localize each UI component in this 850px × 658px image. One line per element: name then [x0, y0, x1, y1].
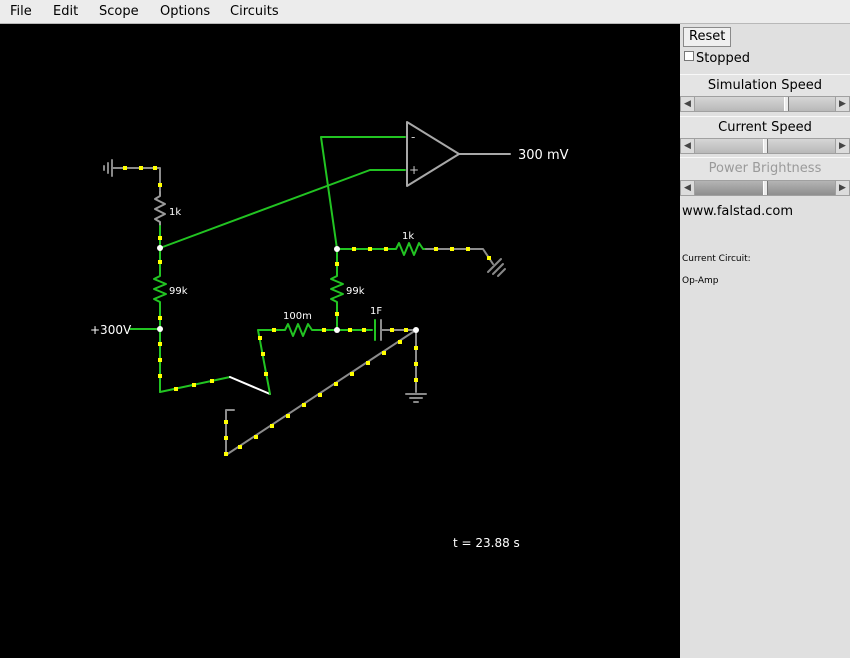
label-c1: 1F [370, 306, 382, 317]
reset-button[interactable]: Reset [683, 27, 732, 47]
menu-bar: File Edit Scope Options Circuits [0, 0, 850, 24]
output-voltage-label: 300 mV [518, 148, 569, 163]
resistor-r3[interactable] [392, 242, 427, 256]
label-r5: 100m [283, 311, 312, 322]
circuit-schematic[interactable]: 1k 99k 1k 99k 100m 1F +300V - + 300 mV t… [0, 24, 680, 658]
ground-top[interactable] [103, 159, 113, 177]
resistor-r2[interactable] [153, 271, 167, 307]
wire-top[interactable] [111, 167, 161, 193]
resistor-r4[interactable] [330, 271, 344, 307]
power-brightness-slider[interactable]: ◀ ▶ [680, 180, 850, 196]
wire-r3-right[interactable] [425, 248, 494, 265]
current-speed-slider[interactable]: ◀ ▶ [680, 138, 850, 154]
right-arrow-icon[interactable]: ▶ [835, 181, 849, 195]
resistor-r5[interactable] [281, 323, 317, 337]
right-arrow-icon[interactable]: ▶ [835, 139, 849, 153]
power-brightness-label: Power Brightness [680, 157, 850, 180]
sim-speed-slider[interactable]: ◀ ▶ [680, 96, 850, 112]
label-source: +300V [90, 323, 132, 337]
current-circuit-label: Current Circuit: [682, 254, 751, 264]
wire-minus-input[interactable] [320, 136, 406, 250]
right-arrow-icon[interactable]: ▶ [835, 97, 849, 111]
label-r3: 1k [402, 231, 414, 242]
label-r1: 1k [169, 207, 181, 218]
stopped-checkbox-row[interactable]: Stopped [684, 51, 750, 66]
menu-edit[interactable]: Edit [53, 4, 78, 19]
current-speed-label: Current Speed [680, 116, 850, 139]
menu-scope[interactable]: Scope [99, 4, 139, 19]
website-link[interactable]: www.falstad.com [682, 204, 793, 219]
ground-bottom[interactable] [405, 393, 427, 403]
opamp-plus-label: + [409, 163, 419, 177]
stopped-checkbox[interactable] [684, 51, 694, 61]
resistor-r1[interactable] [154, 191, 166, 227]
label-r4: 99k [346, 286, 365, 297]
current-speed-thumb[interactable] [763, 139, 768, 153]
menu-circuits[interactable]: Circuits [230, 4, 279, 19]
left-arrow-icon[interactable]: ◀ [681, 97, 695, 111]
time-readout: t = 23.88 s [453, 536, 520, 550]
switch-wire[interactable] [229, 376, 271, 395]
sim-speed-thumb[interactable] [784, 97, 789, 111]
circuit-name: Op-Amp [682, 276, 719, 286]
left-arrow-icon[interactable]: ◀ [681, 139, 695, 153]
label-r2: 99k [169, 286, 188, 297]
opamp-minus-label: - [411, 130, 415, 144]
control-panel: Reset Stopped Simulation Speed ◀ ▶ Curre… [680, 24, 850, 658]
left-arrow-icon[interactable]: ◀ [681, 181, 695, 195]
circuit-canvas[interactable]: 1k 99k 1k 99k 100m 1F +300V - + 300 mV t… [0, 24, 680, 658]
power-brightness-thumb[interactable] [763, 181, 768, 195]
menu-options[interactable]: Options [160, 4, 210, 19]
stopped-label: Stopped [696, 51, 751, 66]
wire-plus-input[interactable] [159, 169, 406, 249]
sim-speed-label: Simulation Speed [680, 74, 850, 97]
menu-file[interactable]: File [10, 4, 32, 19]
